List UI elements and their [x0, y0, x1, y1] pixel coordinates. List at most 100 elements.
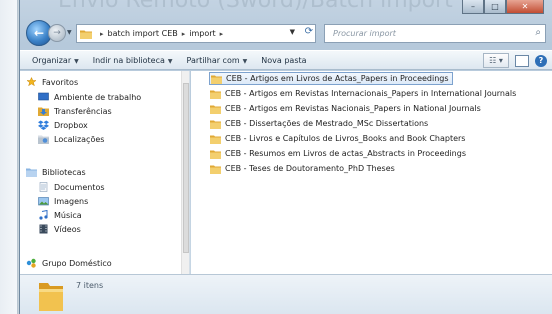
folder-icon	[211, 75, 222, 84]
pictures-icon	[38, 197, 49, 206]
nav-downloads[interactable]: Transferências	[38, 106, 112, 116]
file-name: CEB - Resumos em Livros de actas_Abstrac…	[225, 149, 466, 158]
list-item[interactable]: CEB - Livros e Capítulos de Livros_Books…	[209, 132, 468, 145]
chevron-down-icon: ▼	[167, 57, 173, 65]
folder-icon	[210, 135, 221, 144]
nav-desktop[interactable]: Ambiente de trabalho	[38, 92, 141, 102]
include-library-menu[interactable]: Indir na biblioteca ▼	[93, 56, 173, 65]
breadcrumb-batch-import-ceb[interactable]: batch import CEB	[108, 29, 178, 38]
list-item[interactable]: CEB - Artigos em Revistas Nacionais_Pape…	[209, 102, 484, 115]
recent-places-icon	[38, 135, 49, 144]
videos-icon	[39, 224, 48, 234]
nav-recent-places[interactable]: Localizações	[38, 134, 104, 144]
close-button[interactable]: ✕	[506, 0, 544, 14]
minimize-button[interactable]: –	[462, 0, 484, 14]
screen: Envio Remoto (Sword)/Batch import – □ ✕ …	[0, 0, 552, 314]
window-title: Envio Remoto (Sword)/Batch import	[58, 0, 453, 13]
chevron-down-icon: ▼	[242, 57, 248, 65]
list-item[interactable]: CEB - Artigos em Revistas Internacionais…	[209, 87, 519, 100]
share-menu[interactable]: Partilhar com ▼	[187, 56, 248, 65]
dropbox-icon	[38, 120, 49, 130]
file-name: CEB - Teses de Doutoramento_PhD Theses	[225, 164, 395, 173]
nav-recent-places-label: Localizações	[54, 134, 105, 144]
new-folder-button[interactable]: Nova pasta	[261, 56, 306, 65]
view-list-icon: ☷ ▾	[489, 56, 503, 65]
list-item[interactable]: CEB - Artigos em Livros de Actas_Papers …	[209, 72, 453, 85]
star-icon	[26, 77, 37, 87]
file-name: CEB - Artigos em Revistas Nacionais_Pape…	[225, 104, 481, 113]
help-icon[interactable]: ?	[535, 54, 547, 67]
refresh-icon[interactable]: ⟳	[305, 26, 313, 37]
homegroup-icon	[26, 258, 36, 268]
nav-libraries[interactable]: Bibliotecas	[26, 167, 86, 177]
list-item[interactable]: CEB - Teses de Doutoramento_PhD Theses	[209, 162, 398, 175]
desktop-edge	[0, 0, 18, 314]
nav-favorites-label: Favoritos	[42, 77, 79, 87]
breadcrumb-separator: ▸	[100, 29, 104, 38]
folder-icon	[210, 120, 221, 129]
file-name: CEB - Dissertações de Mestrado_MSc Disse…	[225, 119, 429, 128]
preview-pane-button[interactable]	[515, 54, 529, 67]
nav-libraries-label: Bibliotecas	[42, 167, 86, 177]
downloads-folder-icon	[38, 107, 49, 116]
folder-icon	[210, 165, 221, 174]
desktop-icon	[38, 92, 49, 101]
arrow-left-icon: ←	[33, 26, 45, 40]
documents-icon	[39, 182, 48, 192]
navigation-pane: Favoritos Ambiente de trabalho Transferê…	[20, 71, 190, 274]
breadcrumb-separator: ▸	[219, 29, 224, 38]
organize-label: Organizar	[32, 55, 72, 65]
nav-videos[interactable]: Vídeos	[38, 224, 81, 234]
organize-menu[interactable]: Organizar ▼	[32, 56, 79, 65]
nav-pictures-label: Imagens	[54, 196, 89, 206]
file-name: CEB - Artigos em Revistas Internacionais…	[225, 89, 517, 98]
nav-favorites[interactable]: Favoritos	[26, 77, 78, 87]
recent-pages-dropdown[interactable]: ▼	[67, 29, 72, 36]
arrow-right-icon: →	[53, 28, 61, 38]
chevron-down-icon: ▼	[74, 57, 79, 65]
nav-scrollbar-thumb[interactable]	[183, 83, 189, 253]
address-dropdown-icon[interactable]: ▼	[290, 28, 295, 36]
file-list: CEB - Artigos em Livros de Actas_Papers …	[191, 71, 552, 274]
details-pane: 7 itens	[20, 274, 552, 314]
share-label: Partilhar com	[186, 55, 240, 65]
nav-scrollbar[interactable]	[181, 71, 189, 274]
list-item[interactable]: CEB - Dissertações de Mestrado_MSc Disse…	[209, 117, 431, 130]
item-count: 7 itens	[76, 281, 104, 290]
nav-homegroup[interactable]: Grupo Doméstico	[26, 258, 112, 268]
new-folder-label: Nova pasta	[261, 55, 307, 65]
nav-documents[interactable]: Documentos	[38, 182, 105, 192]
nav-music-label: Música	[54, 210, 82, 220]
breadcrumb-separator: ▸	[181, 29, 186, 38]
maximize-button[interactable]: □	[484, 0, 506, 14]
nav-homegroup-label: Grupo Doméstico	[42, 258, 112, 268]
nav-music[interactable]: Música	[38, 210, 82, 220]
folder-icon	[210, 150, 221, 159]
navigation-bar: ← → ▼ ▸ batch import CEB ▸ import ▸ ▼ ⟳ …	[24, 20, 549, 46]
folder-icon	[210, 90, 221, 99]
include-library-label: Indir na biblioteca	[92, 55, 165, 65]
nav-desktop-label: Ambiente de trabalho	[54, 92, 142, 102]
folder-icon	[210, 105, 221, 114]
nav-downloads-label: Transferências	[54, 106, 112, 116]
command-bar: Organizar ▼ Indir na biblioteca ▼ Partilha…	[20, 50, 552, 70]
list-item[interactable]: CEB - Resumos em Livros de actas_Abstrac…	[209, 147, 469, 160]
nav-dropbox[interactable]: Dropbox	[38, 120, 88, 130]
folder-icon	[39, 283, 63, 311]
nav-pictures[interactable]: Imagens	[38, 196, 88, 206]
search-input[interactable]: Procurar import ⌕	[324, 24, 546, 43]
search-icon[interactable]: ⌕	[535, 27, 541, 38]
address-bar[interactable]: ▸ batch import CEB ▸ import ▸ ▼ ⟳	[76, 24, 316, 43]
breadcrumb-import[interactable]: import	[189, 29, 215, 38]
forward-button[interactable]: →	[48, 24, 66, 42]
nav-videos-label: Vídeos	[54, 224, 81, 234]
nav-dropbox-label: Dropbox	[54, 120, 88, 130]
caption-buttons: – □ ✕	[462, 0, 544, 14]
nav-documents-label: Documentos	[54, 182, 105, 192]
change-view-button[interactable]: ☷ ▾	[483, 53, 509, 68]
libraries-icon	[26, 168, 37, 177]
view-controls: ☷ ▾ ?	[483, 53, 547, 68]
search-placeholder: Procurar import	[333, 29, 396, 38]
file-name: CEB - Artigos em Livros de Actas_Papers …	[226, 74, 449, 83]
explorer-window: Envio Remoto (Sword)/Batch import – □ ✕ …	[19, 0, 552, 314]
